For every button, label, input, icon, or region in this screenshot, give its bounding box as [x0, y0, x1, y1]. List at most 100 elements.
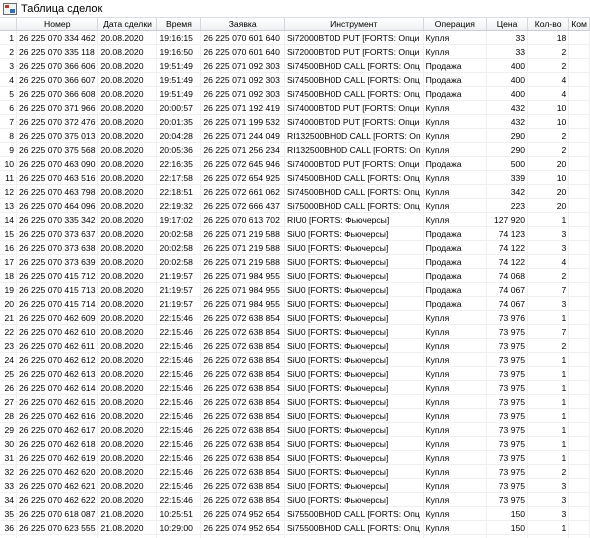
cell-instrument: SiU0 [FORTS: Фьючерсы] — [284, 282, 424, 297]
column-header-number[interactable]: Номер — [16, 18, 99, 31]
cell-price: 500 — [486, 156, 529, 171]
cell-quantity: 4 — [527, 86, 570, 101]
cell-price: 432 — [486, 100, 529, 115]
table-row[interactable]: 14 26 225 070 335 342 20.08.2020 19:17:02 26… — [0, 212, 590, 227]
cell-quantity: 1 — [527, 422, 570, 437]
cell-operation: Купля — [423, 128, 488, 143]
table-row[interactable]: 36 26 225 070 623 555 21.08.2020 10:29:00 26… — [0, 520, 590, 535]
table-row[interactable]: 34 26 225 070 462 622 20.08.2020 22:15:46 26… — [0, 492, 590, 507]
cell-number: 26 225 070 373 638 — [16, 240, 99, 255]
cell-operation: Купля — [423, 170, 488, 185]
column-header-row-index[interactable] — [0, 18, 18, 31]
cell-trade-date: 20.08.2020 — [97, 478, 158, 493]
cell-number: 26 225 070 464 096 — [16, 198, 99, 213]
cell-number: 26 225 070 415 714 — [16, 296, 99, 311]
table-row[interactable]: 20 26 225 070 415 714 20.08.2020 21:19:57 26… — [0, 296, 590, 311]
table-row[interactable]: 25 26 225 070 462 613 20.08.2020 22:15:46 26… — [0, 366, 590, 381]
table-row[interactable]: 32 26 225 070 462 620 20.08.2020 22:15:46 26… — [0, 464, 590, 479]
table-row[interactable]: 19 26 225 070 415 713 20.08.2020 21:19:57 26… — [0, 282, 590, 297]
cell-price: 223 — [486, 198, 529, 213]
cell-commission — [568, 212, 590, 227]
cell-order: 26 225 072 654 925 — [200, 170, 285, 185]
cell-instrument: Si75500BH0D CALL [FORTS: Опц — [284, 534, 424, 538]
column-header-time[interactable]: Время — [156, 18, 202, 31]
cell-order: 26 225 072 638 854 — [200, 338, 285, 353]
table-row[interactable]: 6 26 225 070 371 966 20.08.2020 20:00:57 26 … — [0, 100, 590, 115]
table-row[interactable]: 23 26 225 070 462 611 20.08.2020 22:15:46 26… — [0, 338, 590, 353]
cell-number: 26 225 070 462 619 — [16, 450, 99, 465]
table-row[interactable]: 29 26 225 070 462 617 20.08.2020 22:15:46 26… — [0, 422, 590, 437]
table-row[interactable]: 13 26 225 070 464 096 20.08.2020 22:19:32 26… — [0, 198, 590, 213]
table-row[interactable]: 4 26 225 070 366 607 20.08.2020 19:51:49 26 … — [0, 72, 590, 87]
cell-commission — [568, 128, 590, 143]
column-header-order[interactable]: Заявка — [200, 18, 285, 31]
cell-quantity: 1 — [527, 394, 570, 409]
cell-trade-date: 20.08.2020 — [97, 58, 158, 73]
cell-instrument: Si75000BH0D CALL [FORTS: Опц — [284, 198, 424, 213]
table-row[interactable]: 3726 225 070 635 77721.08.202010:34:0126… — [0, 534, 590, 538]
table-row[interactable]: 11 26 225 070 463 516 20.08.2020 22:17:58 26… — [0, 170, 590, 185]
column-header-commission[interactable]: Ком — [568, 18, 590, 31]
cell-operation: Купля — [423, 310, 488, 325]
cell-price: 290 — [486, 142, 529, 157]
table-row[interactable]: 3 26 225 070 366 606 20.08.2020 19:51:49 26 … — [0, 58, 590, 73]
table-row[interactable]: 17 26 225 070 373 639 20.08.2020 20:02:58 26… — [0, 254, 590, 269]
cell-price: 339 — [486, 170, 529, 185]
cell-instrument: Si74500BH0D CALL [FORTS: Опц — [284, 170, 424, 185]
cell-instrument: SiU0 [FORTS: Фьючерсы] — [284, 464, 424, 479]
column-header-price[interactable]: Цена — [486, 18, 529, 31]
cell-commission — [568, 86, 590, 101]
table-row[interactable]: 30 26 225 070 462 618 20.08.2020 22:15:46 26… — [0, 436, 590, 451]
cell-trade-date: 20.08.2020 — [97, 436, 158, 451]
table-row[interactable]: 15 26 225 070 373 637 20.08.2020 20:02:58 26… — [0, 226, 590, 241]
cell-commission — [568, 450, 590, 465]
table-row[interactable]: 27 26 225 070 462 615 20.08.2020 22:15:46 26… — [0, 394, 590, 409]
cell-quantity: 1 — [527, 212, 570, 227]
cell-commission — [568, 422, 590, 437]
column-header-instrument[interactable]: Инструмент — [284, 18, 424, 31]
cell-commission — [568, 30, 590, 45]
table-row[interactable]: 26 26 225 070 462 614 20.08.2020 22:15:46 26… — [0, 380, 590, 395]
cell-number: 26 225 070 366 608 — [16, 86, 99, 101]
table-row[interactable]: 18 26 225 070 415 712 20.08.2020 21:19:57 26… — [0, 268, 590, 283]
cell-commission — [568, 464, 590, 479]
column-header-quantity[interactable]: Кол-во — [527, 18, 570, 31]
table-row[interactable]: 8 26 225 070 375 013 20.08.2020 20:04:28 26 … — [0, 128, 590, 143]
cell-order: 26 225 070 613 702 — [200, 212, 285, 227]
table-row[interactable]: 21 26 225 070 462 609 20.08.2020 22:15:46 26… — [0, 310, 590, 325]
column-header-operation[interactable]: Операция — [423, 18, 488, 31]
cell-row-index: 8 — [0, 128, 18, 143]
cell-order: 26 225 072 638 854 — [200, 478, 285, 493]
table-row[interactable]: 31 26 225 070 462 619 20.08.2020 22:15:46 26… — [0, 450, 590, 465]
window-titlebar[interactable]: Таблица сделок — [0, 0, 590, 18]
cell-row-index: 17 — [0, 254, 18, 269]
table-row[interactable]: 5 26 225 070 366 608 20.08.2020 19:51:49 26 … — [0, 86, 590, 101]
cell-quantity: 7 — [527, 324, 570, 339]
table-row[interactable]: 12 26 225 070 463 798 20.08.2020 22:18:51 26… — [0, 184, 590, 199]
cell-instrument: Si72000BT0D PUT [FORTS: Опци — [284, 30, 424, 45]
table-row[interactable]: 9 26 225 070 375 568 20.08.2020 20:05:36 26 … — [0, 142, 590, 157]
table-row[interactable]: 28 26 225 070 462 616 20.08.2020 22:15:46 26… — [0, 408, 590, 423]
cell-commission — [568, 240, 590, 255]
table-row[interactable]: 22 26 225 070 462 610 20.08.2020 22:15:46 26… — [0, 324, 590, 339]
cell-instrument: SiU0 [FORTS: Фьючерсы] — [284, 408, 424, 423]
cell-row-index: 22 — [0, 324, 18, 339]
table-row[interactable]: 10 26 225 070 463 090 20.08.2020 22:16:35 26… — [0, 156, 590, 171]
cell-quantity: 10 — [527, 114, 570, 129]
cell-row-index: 32 — [0, 464, 18, 479]
table-row[interactable]: 2 26 225 070 335 118 20.08.2020 19:16:50 26 … — [0, 44, 590, 59]
table-row[interactable]: 1 26 225 070 334 462 20.08.2020 19:16:15 26 … — [0, 30, 590, 45]
cell-order: 26 225 072 666 437 — [200, 198, 285, 213]
table-row[interactable]: 33 26 225 070 462 621 20.08.2020 22:15:46 26… — [0, 478, 590, 493]
table-row[interactable]: 16 26 225 070 373 638 20.08.2020 20:02:58 26… — [0, 240, 590, 255]
table-row[interactable]: 7 26 225 070 372 476 20.08.2020 20:01:35 26 … — [0, 114, 590, 129]
table-row[interactable]: 24 26 225 070 462 612 20.08.2020 22:15:46 26… — [0, 352, 590, 367]
cell-number: 26 225 070 462 614 — [16, 380, 99, 395]
column-header-trade-date[interactable]: Дата сделки — [97, 18, 158, 31]
cell-commission — [568, 184, 590, 199]
cell-time: 19:51:49 — [156, 86, 202, 101]
table-row[interactable]: 35 26 225 070 618 087 21.08.2020 10:25:51 26… — [0, 506, 590, 521]
cell-price: 73 975 — [486, 324, 529, 339]
cell-operation: Купля — [423, 184, 488, 199]
cell-instrument: Si74500BH0D CALL [FORTS: Опц — [284, 184, 424, 199]
